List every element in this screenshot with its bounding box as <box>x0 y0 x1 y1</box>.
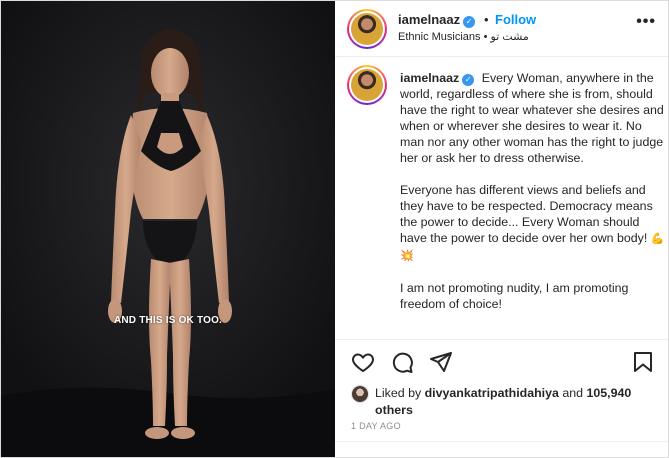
likes-summary: Liked by divyankatripathidahiya and 105,… <box>335 383 668 423</box>
caption-avatar[interactable] <box>347 65 387 105</box>
liker-avatar[interactable] <box>351 385 369 403</box>
follow-button[interactable]: Follow <box>495 12 536 27</box>
post-video-frame <box>1 1 335 457</box>
comment-input-area[interactable] <box>335 441 668 457</box>
post-caption-area: iamelnaaz ✓ Every Woman, anywhere in the … <box>335 57 668 339</box>
profile-avatar[interactable] <box>347 9 387 49</box>
header-separator: • <box>484 12 489 27</box>
header-username[interactable]: iamelnaaz ✓ <box>398 12 476 28</box>
likes-text: Liked by divyankatripathidahiya and 105,… <box>375 386 632 417</box>
video-overlay-caption: AND THIS IS OK TOO. <box>113 315 223 326</box>
verified-badge-icon: ✓ <box>463 16 476 28</box>
post-action-bar <box>335 339 668 383</box>
post-header: iamelnaaz ✓ • Follow Ethnic Musicians • م… <box>335 1 668 57</box>
instagram-post-modal: AND THIS IS OK TOO. iamelnaaz ✓ • Follow … <box>0 0 669 458</box>
bookmark-icon[interactable] <box>631 350 655 374</box>
paper-plane-icon[interactable] <box>429 350 453 374</box>
verified-badge-icon: ✓ <box>462 74 475 86</box>
post-media[interactable]: AND THIS IS OK TOO. <box>1 1 335 457</box>
post-caption: iamelnaaz ✓ Every Woman, anywhere in the … <box>400 70 668 328</box>
caption-paragraph-1: Every Woman, anywhere in the world, rega… <box>400 71 664 165</box>
caption-paragraph-2: Everyone has different views and beliefs… <box>400 183 653 245</box>
heart-icon[interactable] <box>351 350 375 374</box>
more-options-icon[interactable]: ••• <box>636 13 656 31</box>
header-subtitle[interactable]: Ethnic Musicians • مشت تو <box>398 30 529 43</box>
caption-paragraph-3: I am not promoting nudity, I am promotin… <box>400 281 629 311</box>
comment-icon[interactable] <box>390 350 414 374</box>
post-timestamp[interactable]: 1 DAY AGO <box>351 421 401 431</box>
post-sidebar: iamelnaaz ✓ • Follow Ethnic Musicians • م… <box>335 1 668 457</box>
liker-username-link[interactable]: divyankatripathidahiya <box>425 386 559 400</box>
caption-username[interactable]: iamelnaaz ✓ <box>400 71 475 86</box>
